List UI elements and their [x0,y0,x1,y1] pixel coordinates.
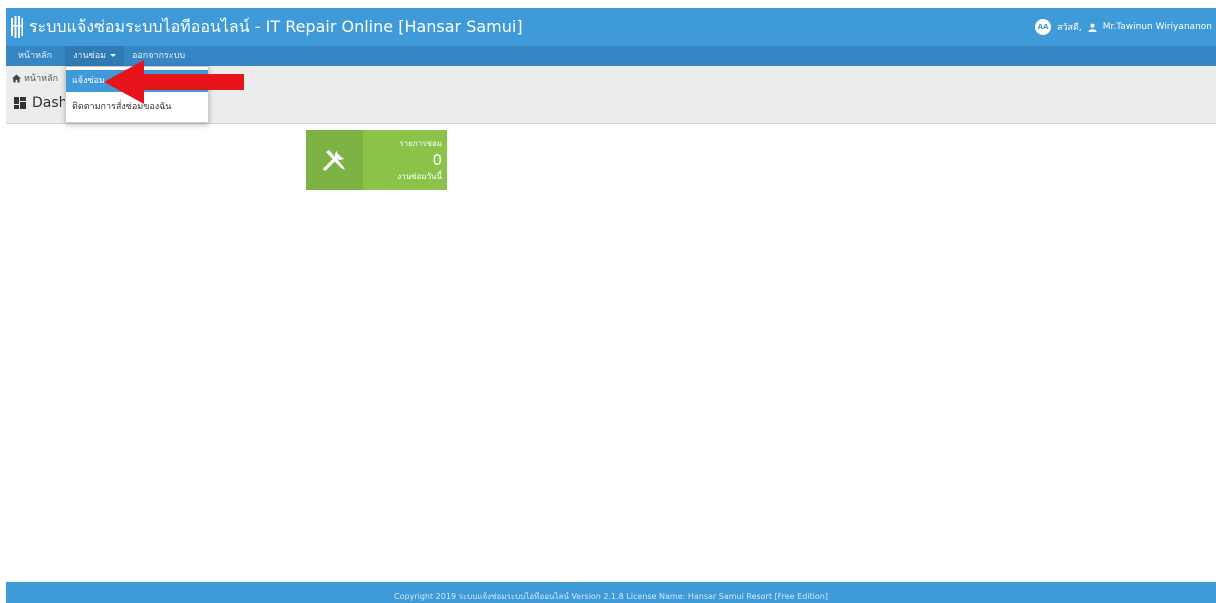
page-title-text: Dash [32,95,68,111]
page-title: Dash [14,95,68,111]
avatar[interactable]: AA [1035,19,1051,35]
footer: Copyright 2019 ระบบแจ้งซ่อมระบบไอทีออนไล… [6,582,1216,603]
user-icon [1088,23,1097,32]
tools-icon [322,150,345,171]
app-window: ระบบแจ้งซ่อมระบบไอทีออนไลน์ - IT Repair … [6,8,1216,603]
tile-value: 0 [432,151,442,169]
breadcrumb[interactable]: หน้าหลัก [12,71,58,85]
greeting-text: สวัสดี, [1057,23,1082,33]
logo-icon [11,16,23,38]
caret-down-icon [110,54,117,57]
user-menu[interactable]: AA สวัสดี, Mr.Tawinun Wiriyananon [1035,8,1212,46]
tile-label: รายการซ่อม [399,139,442,148]
app-title: ระบบแจ้งซ่อมระบบไอทีออนไลน์ - IT Repair … [29,16,523,36]
home-icon [12,73,21,83]
dashboard-icon [14,97,26,109]
menu-item-report-repair-label: แจ้งซ่อม [72,76,105,86]
breadcrumb-home[interactable]: หน้าหลัก [24,71,58,85]
nav-home-label: หน้าหลัก [18,51,53,61]
nav-home[interactable]: หน้าหลัก [10,46,60,66]
tile-text: รายการซ่อม 0 งานซ่อมวันนี้ [397,130,442,183]
tile-icon-box [306,130,363,190]
footer-copyright: Copyright 2019 ระบบแจ้งซ่อมระบบไอทีออนไล… [394,592,828,601]
user-name[interactable]: Mr.Tawinun Wiriyananon [1103,22,1212,32]
nav-repair-label: งานซ่อม [73,51,107,61]
repair-count-tile[interactable]: รายการซ่อม 0 งานซ่อมวันนี้ [306,130,447,190]
annotation-arrow-icon [104,60,244,104]
tile-sublabel: งานซ่อมวันนี้ [397,172,442,181]
brand[interactable]: ระบบแจ้งซ่อมระบบไอทีออนไลน์ - IT Repair … [11,8,523,46]
top-header: ระบบแจ้งซ่อมระบบไอทีออนไลน์ - IT Repair … [6,8,1216,46]
